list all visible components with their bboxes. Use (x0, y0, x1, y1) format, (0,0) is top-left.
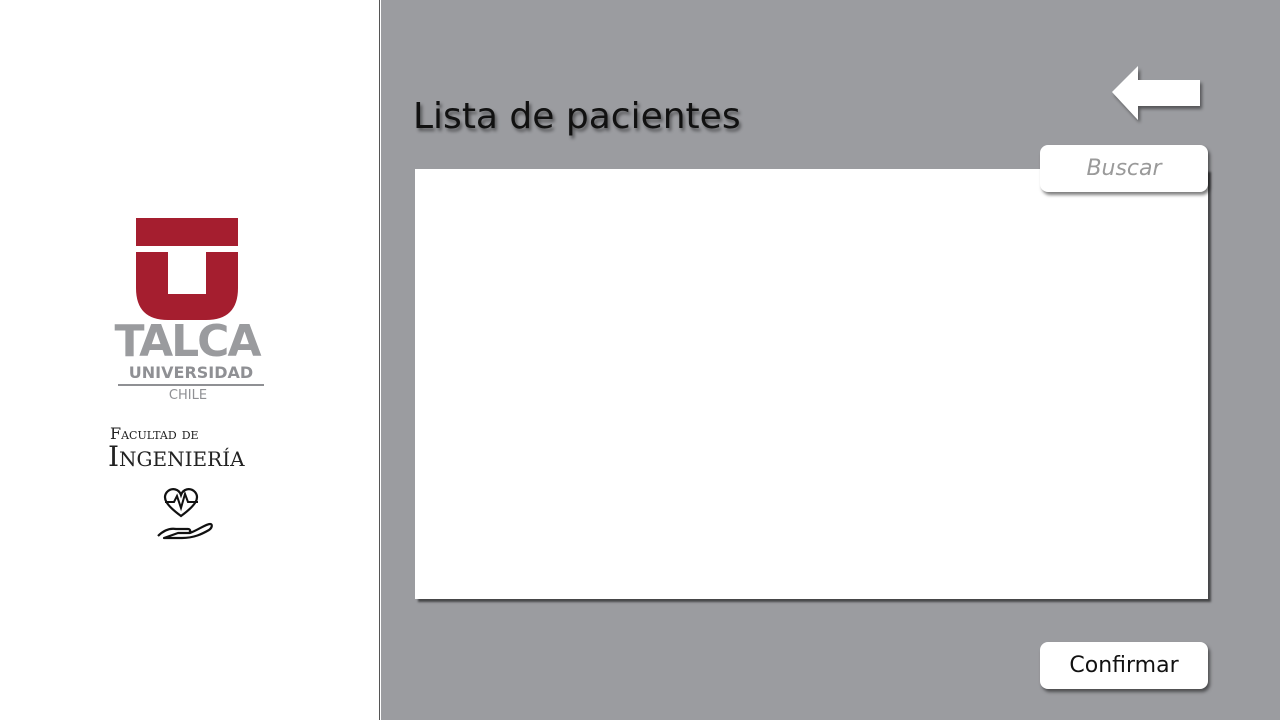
heart-hand-icon (157, 488, 213, 540)
logo-subtitle: UNIVERSIDAD (118, 362, 264, 386)
search-input[interactable] (1040, 145, 1208, 192)
faculty-line2: Ingeniería (108, 440, 245, 473)
back-arrow-icon[interactable] (1108, 62, 1206, 128)
university-shield-logo (136, 218, 238, 320)
sidebar: TALCA UNIVERSIDAD CHILE Facultad de Inge… (0, 0, 380, 720)
patient-list[interactable] (415, 169, 1208, 599)
confirm-button[interactable]: Confirmar (1040, 642, 1208, 689)
logo-country: CHILE (168, 388, 208, 403)
page-title: Lista de pacientes (413, 96, 741, 137)
logo-name: TALCA (114, 316, 261, 367)
